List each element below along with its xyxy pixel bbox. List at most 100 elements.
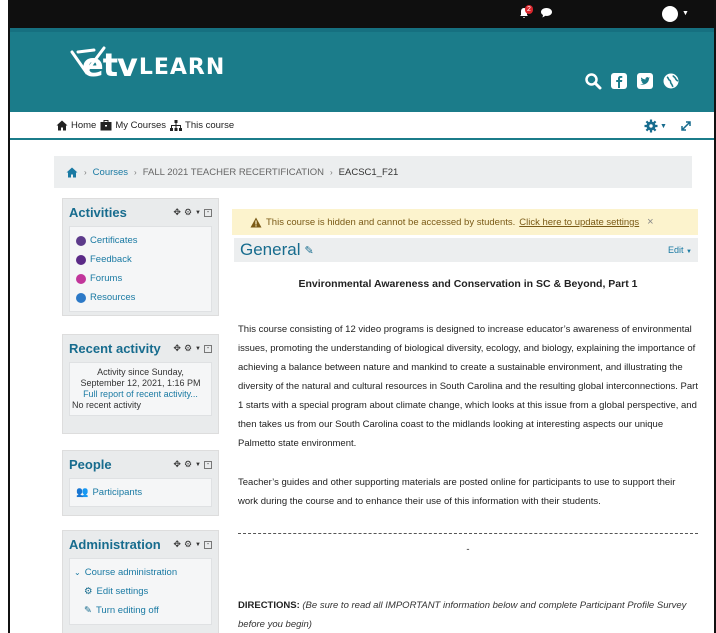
- recent-activity-date: September 12, 2021, 1:16 PM: [80, 378, 201, 388]
- chevron-down-icon: ▼: [686, 249, 692, 255]
- notification-bell-icon[interactable]: 2: [518, 5, 533, 19]
- page-frame: 2 ▼ etv LEARN Home My Courses This cours…: [8, 0, 716, 633]
- activities-title: Activities: [69, 205, 127, 220]
- twitter-icon[interactable]: [636, 72, 654, 90]
- alert-text: This course is hidden and cannot be acce…: [266, 216, 516, 228]
- user-menu-caret-icon[interactable]: ▼: [682, 10, 689, 17]
- gear-icon[interactable]: ⚙: [184, 343, 192, 354]
- chevron-down-icon[interactable]: ▼: [195, 210, 201, 216]
- breadcrumb-separator-icon: ›: [329, 167, 333, 177]
- logo-mark-icon: [70, 46, 106, 75]
- activities-list: Certificates Feedback Forums Resources: [69, 226, 212, 312]
- materials-note: Teacher’s guides and other supporting ma…: [238, 477, 676, 507]
- breadcrumb-courses[interactable]: Courses: [93, 167, 128, 178]
- globe-icon[interactable]: [662, 72, 680, 90]
- site-logo[interactable]: etv LEARN: [60, 46, 225, 84]
- breadcrumb-separator-icon: ›: [134, 167, 137, 177]
- logo-learn-text: LEARN: [138, 55, 226, 80]
- certificate-icon: [76, 235, 86, 246]
- nav-home-label: Home: [71, 119, 97, 131]
- course-navbar: Home My Courses This course ▼: [10, 112, 714, 140]
- gear-icon[interactable]: ⚙: [184, 207, 192, 218]
- gear-icon: [644, 119, 658, 133]
- move-icon[interactable]: ✥: [173, 343, 181, 354]
- section-summary: Environmental Awareness and Conservation…: [238, 270, 698, 630]
- chevron-down-icon[interactable]: ▼: [195, 346, 201, 352]
- messages-icon[interactable]: [540, 7, 553, 19]
- close-icon[interactable]: ×: [647, 216, 653, 228]
- activity-label: Feedback: [90, 254, 132, 265]
- chevron-down-icon: ⌄: [74, 568, 81, 577]
- social-links: [584, 72, 680, 90]
- courses-icon: [100, 119, 112, 130]
- people-title: People: [69, 457, 112, 472]
- course-heading: Environmental Awareness and Conservation…: [298, 278, 638, 290]
- gear-icon[interactable]: ⚙: [184, 459, 192, 470]
- activity-feedback[interactable]: Feedback: [76, 250, 205, 269]
- nav-home[interactable]: Home: [56, 120, 96, 131]
- activity-forums[interactable]: Forums: [76, 269, 205, 288]
- move-icon[interactable]: ✥: [173, 539, 181, 550]
- participants-label: Participants: [92, 487, 143, 498]
- collapse-icon[interactable]: -: [204, 540, 212, 549]
- people-content: 👥 Participants: [69, 478, 212, 507]
- section-edit-menu[interactable]: Edit ▼: [668, 245, 692, 255]
- section-header: General ✎ Edit ▼: [234, 238, 698, 262]
- users-icon: 👥: [76, 487, 89, 498]
- top-navbar: 2 ▼: [10, 0, 714, 28]
- section-edit-label: Edit: [668, 245, 684, 255]
- activity-label: Resources: [90, 292, 136, 303]
- course-administration-label: Course administration: [84, 567, 178, 578]
- feedback-icon: [76, 254, 86, 265]
- gear-icon[interactable]: ⚙: [184, 539, 192, 550]
- activity-resources[interactable]: Resources: [76, 288, 205, 307]
- hidden-course-alert: This course is hidden and cannot be acce…: [232, 209, 698, 235]
- collapse-icon[interactable]: -: [204, 208, 212, 217]
- directions: DIRECTIONS: (Be sure to read all IMPORTA…: [238, 596, 698, 633]
- turn-editing-off-link[interactable]: ✎ Turn editing off: [74, 601, 207, 620]
- user-avatar[interactable]: [662, 6, 678, 22]
- expand-icon[interactable]: [680, 120, 692, 135]
- pencil-icon: ✎: [84, 605, 92, 616]
- block-controls: ✥ ⚙ ▼ -: [173, 343, 212, 354]
- course-administration-toggle[interactable]: ⌄ Course administration: [74, 563, 207, 582]
- activity-label: Forums: [90, 273, 123, 284]
- chevron-down-icon[interactable]: ▼: [195, 462, 201, 468]
- directions-label: DIRECTIONS:: [238, 600, 300, 611]
- search-icon[interactable]: [584, 72, 602, 90]
- activities-block: Activities ✥ ⚙ ▼ - Certificates Feedback…: [62, 198, 219, 316]
- dashed-divider: [238, 533, 698, 534]
- block-controls: ✥ ⚙ ▼ -: [173, 539, 212, 550]
- edit-title-pencil-icon[interactable]: ✎: [304, 244, 313, 257]
- no-recent-activity: No recent activity: [72, 400, 142, 410]
- administration-block: Administration ✥ ⚙ ▼ - ⌄ Course administ…: [62, 530, 219, 633]
- activity-certificates[interactable]: Certificates: [76, 231, 205, 250]
- update-settings-link[interactable]: Click here to update settings: [519, 217, 639, 228]
- breadcrumb-home-icon[interactable]: [66, 167, 78, 178]
- nav-this-course-label: This course: [185, 119, 235, 131]
- edit-settings-link[interactable]: ⚙ Edit settings: [74, 582, 207, 601]
- dash-separator: -: [466, 544, 470, 555]
- block-controls: ✥ ⚙ ▼ -: [173, 459, 212, 470]
- gear-icon: ⚙: [84, 586, 93, 597]
- breadcrumb-category[interactable]: FALL 2021 TEACHER RECERTIFICATION: [143, 167, 324, 178]
- move-icon[interactable]: ✥: [173, 459, 181, 470]
- participants-link[interactable]: 👥 Participants: [76, 483, 205, 502]
- facebook-icon[interactable]: [610, 72, 628, 90]
- resource-icon: [76, 292, 86, 303]
- breadcrumb: › Courses › FALL 2021 TEACHER RECERTIFIC…: [54, 156, 692, 188]
- home-icon: [56, 120, 68, 130]
- collapse-icon[interactable]: -: [204, 460, 212, 469]
- chevron-down-icon[interactable]: ▼: [195, 542, 201, 548]
- chevron-down-icon: ▼: [660, 122, 667, 130]
- directions-text: (Be sure to read all IMPORTANT informati…: [238, 600, 687, 630]
- move-icon[interactable]: ✥: [173, 207, 181, 218]
- nav-this-course[interactable]: This course: [170, 119, 235, 131]
- breadcrumb-separator-icon: ›: [84, 167, 87, 177]
- recent-activity-block: Recent activity ✥ ⚙ ▼ - Activity since S…: [62, 334, 219, 434]
- course-settings-menu[interactable]: ▼: [644, 119, 667, 133]
- nav-my-courses[interactable]: My Courses: [100, 119, 166, 131]
- collapse-icon[interactable]: -: [204, 344, 212, 353]
- full-report-link[interactable]: Full report of recent activity...: [72, 389, 209, 400]
- edit-settings-label: Edit settings: [96, 586, 149, 597]
